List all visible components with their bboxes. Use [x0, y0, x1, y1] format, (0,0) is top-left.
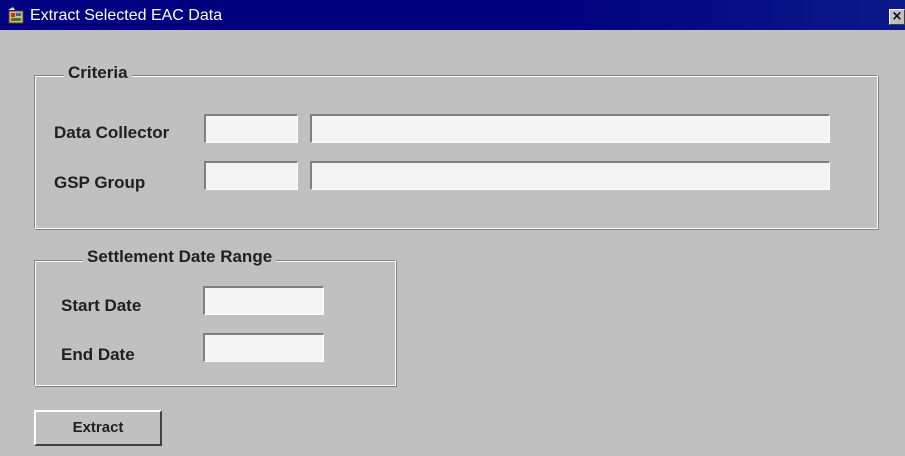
- gsp-group-label: GSP Group: [54, 173, 146, 192]
- gsp-group-name-field[interactable]: [310, 161, 830, 190]
- data-collector-name-field[interactable]: [310, 114, 830, 143]
- start-date-field[interactable]: [203, 286, 324, 315]
- close-button[interactable]: ×: [889, 9, 905, 25]
- criteria-group-title: Criteria: [64, 63, 132, 83]
- end-date-field[interactable]: [203, 333, 324, 362]
- gsp-group-code-field[interactable]: [204, 161, 298, 190]
- criteria-group: [34, 75, 878, 229]
- close-icon: ×: [891, 9, 903, 24]
- settlement-date-range-group: [34, 260, 396, 386]
- window: Extract Selected EAC Data × Criteria Dat…: [0, 0, 905, 456]
- data-collector-label: Data Collector: [54, 123, 170, 142]
- window-title: Extract Selected EAC Data: [30, 7, 223, 24]
- title-bar: Extract Selected EAC Data ×: [0, 0, 905, 30]
- start-date-label: Start Date: [61, 296, 142, 315]
- end-date-label: End Date: [61, 345, 135, 364]
- data-collector-code-field[interactable]: [204, 114, 298, 143]
- settlement-date-range-title: Settlement Date Range: [83, 247, 277, 267]
- app-icon: [8, 7, 24, 24]
- extract-button[interactable]: Extract: [34, 410, 162, 446]
